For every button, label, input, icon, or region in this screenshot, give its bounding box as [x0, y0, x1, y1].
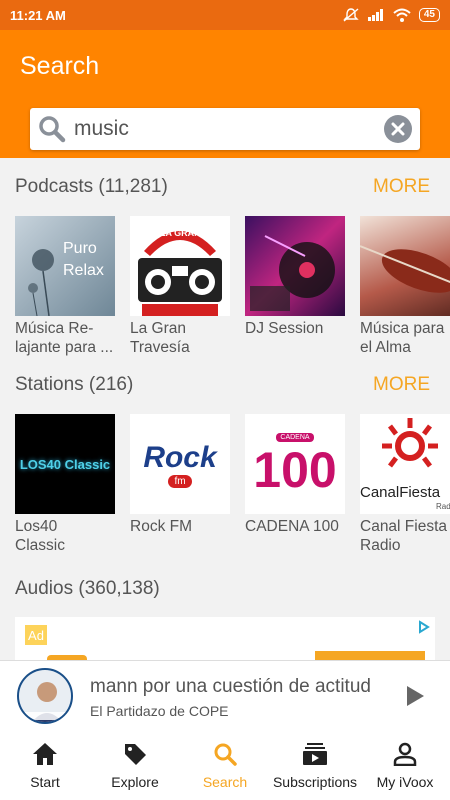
podcast-card[interactable]: Puro Relax Música Re- lajante para ... [15, 216, 115, 357]
ad-choices-icon[interactable] [417, 620, 431, 634]
podcast-card[interactable]: LA GRAN La Gran Travesía [130, 216, 230, 357]
station-title: Los40 Classic [15, 518, 65, 554]
podcast-cover [245, 216, 345, 316]
station-title: Canal Fiesta Radio [360, 518, 448, 554]
play-icon[interactable] [405, 685, 425, 707]
station-logo: CADENA 100 [245, 414, 345, 514]
subscriptions-icon [303, 743, 327, 765]
nav-subscriptions[interactable]: Subscriptions [270, 730, 360, 800]
wifi-icon [393, 8, 411, 22]
audios-section-title: Audios (360,138) [15, 578, 160, 599]
station-card[interactable]: CanalFiesta Rad Canal Fiesta Radio [360, 414, 450, 555]
podcast-cover [360, 216, 450, 316]
nav-explore-label: Explore [111, 774, 159, 790]
podcast-title: DJ Session [245, 320, 324, 337]
podcast-card[interactable]: Música para el Alma [360, 216, 450, 357]
podcast-title: Música para el Alma [360, 320, 445, 356]
station-logo: CanalFiesta Rad [360, 414, 450, 514]
status-bar: 11:21 AM 45 [0, 0, 450, 30]
station-logo-sub: fm [168, 474, 192, 488]
station-card[interactable]: LOS40 Classic Los40 Classic [15, 414, 115, 555]
clear-search-button[interactable] [384, 115, 412, 143]
nav-search[interactable]: Search [180, 730, 270, 800]
search-icon [214, 743, 237, 766]
podcast-title: La Gran Travesía [130, 320, 190, 356]
podcast-cover: Puro Relax [15, 216, 115, 316]
violin-graphic [360, 245, 450, 293]
podcast-cover: LA GRAN [130, 216, 230, 316]
stations-list: LOS40 Classic Los40 Classic Rock fm Rock… [15, 414, 450, 555]
podcast-cover-text: LA GRAN [160, 228, 201, 238]
bottom-navigation: Start Explore Search Subscriptions My iV… [0, 730, 450, 800]
station-logo-text: LOS40 Classic [19, 456, 111, 472]
podcasts-section-title: Podcasts (11,281) [15, 176, 168, 197]
turntable-graphic [250, 235, 335, 311]
player-episode-title: mann por una cuestión de actitud [90, 676, 371, 697]
ad-badge: Ad [25, 625, 47, 645]
app-header: Search [0, 30, 450, 158]
stations-section-title: Stations (216) [15, 374, 134, 395]
nav-subscriptions-label: Subscriptions [272, 774, 358, 790]
station-logo-text: 100 [253, 441, 337, 498]
podcast-title: Música Re- lajante para ... [15, 320, 114, 356]
station-logo-sub: CADENA [276, 432, 314, 442]
tag-icon [125, 744, 146, 765]
nav-my-ivoox-label: My iVoox [376, 774, 434, 790]
podcast-cover-text: Puro Relax [63, 240, 104, 279]
nav-explore[interactable]: Explore [90, 730, 180, 800]
status-time: 11:21 AM [10, 7, 66, 23]
podcasts-more-button[interactable]: MORE [373, 176, 430, 198]
station-logo-sub: Rad [436, 502, 450, 511]
mute-icon [343, 8, 359, 22]
station-title: Rock FM [130, 518, 192, 535]
mini-player[interactable]: mann por una cuestión de actitud El Part… [0, 660, 450, 730]
page-title: Search [20, 52, 100, 80]
person-photo-graphic [19, 670, 71, 722]
podcast-card[interactable]: DJ Session [245, 216, 345, 357]
search-input[interactable] [74, 117, 384, 141]
status-icons: 45 [343, 8, 440, 22]
podcasts-list: Puro Relax Música Re- lajante para ... L… [15, 216, 450, 357]
close-icon [391, 122, 405, 136]
station-card[interactable]: Rock fm Rock FM [130, 414, 230, 555]
nav-start-label: Start [30, 774, 60, 790]
player-podcast-name: El Partidazo de COPE [90, 703, 229, 719]
station-card[interactable]: CADENA 100 CADENA 100 [245, 414, 345, 555]
signal-icon [367, 9, 383, 21]
player-podcast-avatar [17, 668, 73, 724]
search-box [30, 108, 420, 150]
nav-search-label: Search [202, 774, 248, 790]
nav-my-ivoox[interactable]: My iVoox [360, 730, 450, 800]
station-logo: LOS40 Classic [15, 414, 115, 514]
station-title: CADENA 100 [245, 518, 339, 535]
sun-logo-graphic [382, 418, 438, 468]
stations-more-button[interactable]: MORE [373, 374, 430, 396]
search-icon [39, 116, 66, 143]
station-logo-text: Rock [143, 440, 217, 474]
station-logo-text: CanalFiesta [360, 484, 441, 501]
station-logo: Rock fm [130, 414, 230, 514]
ad-banner[interactable]: Ad [15, 617, 435, 662]
person-icon [393, 742, 417, 766]
battery-indicator: 45 [418, 8, 440, 22]
nav-start[interactable]: Start [0, 730, 90, 800]
home-icon [33, 743, 57, 765]
